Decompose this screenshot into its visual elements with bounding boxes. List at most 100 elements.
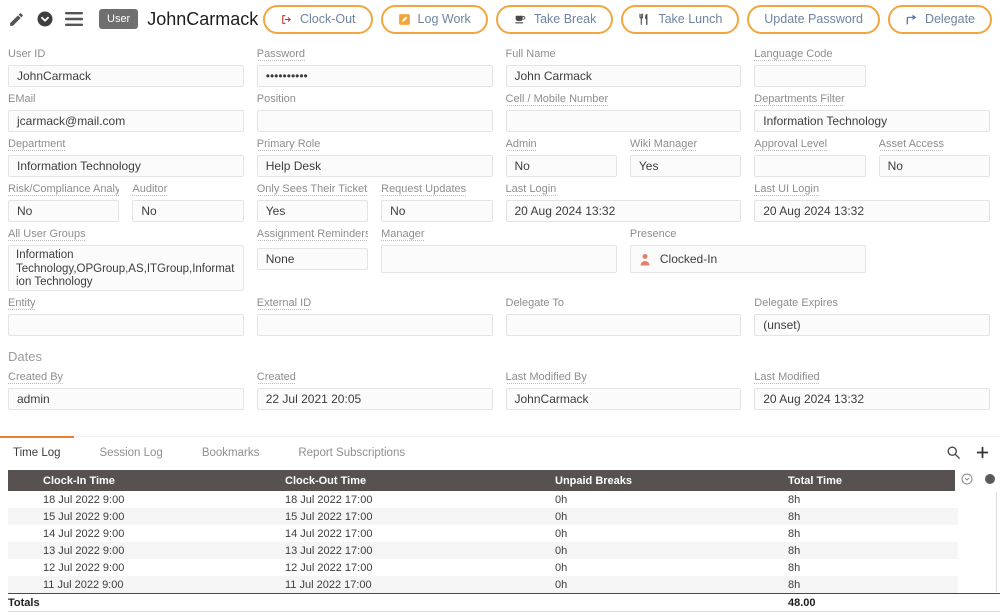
field-label: Wiki Manager [630,138,741,151]
primary-role-input[interactable]: Help Desk [257,155,493,177]
manager-input[interactable] [381,245,617,273]
last-modified-by-input[interactable]: JohnCarmack [506,388,742,410]
field-only-sees-their-tickets: Only Sees Their Tickets Yes [257,183,368,222]
field-entity: Entity [8,297,244,336]
search-icon[interactable] [946,445,961,460]
field-approval-level: Approval Level [754,138,865,177]
field-departments-filter: Departments Filter Information Technolog… [754,93,990,132]
table-row[interactable]: 18 Jul 2022 9:00 18 Jul 2022 17:00 0h 8h [8,491,958,508]
hamburger-menu-icon[interactable] [65,11,83,27]
field-presence: Presence Clocked-In [630,228,866,291]
take-lunch-button[interactable]: Take Lunch [621,5,739,34]
field-label: Language Code [754,48,865,61]
field-label: Delegate To [506,297,742,310]
field-position: Position [257,93,493,132]
language-code-input[interactable] [754,65,865,87]
page-title: JohnCarmack [147,9,258,30]
field-label: Password [257,48,493,61]
update-password-button[interactable]: Update Password [747,5,880,34]
field-last-ui-login: Last UI Login 20 Aug 2024 13:32 [754,183,990,222]
add-icon[interactable] [975,445,990,460]
table-header-row: Clock-In Time Clock-Out Time Unpaid Brea… [8,470,1000,491]
field-department: Department Information Technology [8,138,244,177]
delegate-expires-input[interactable]: (unset) [754,314,990,336]
email-input[interactable]: jcarmack@mail.com [8,110,244,132]
clock-out-button[interactable]: Clock-Out [263,5,373,34]
tab-report-subscriptions[interactable]: Report Subscriptions [285,436,418,467]
request-updates-input[interactable]: No [381,200,492,222]
departments-filter-input[interactable]: Information Technology [754,110,990,132]
filled-circle-icon[interactable] [985,474,995,487]
field-label: Delegate Expires [754,297,990,310]
edit-pencil-icon[interactable] [8,11,25,28]
field-password: Password •••••••••• [257,48,493,87]
totals-row: Totals 48.00 [8,593,1000,612]
auditor-input[interactable]: No [132,200,243,222]
field-label: Last Modified By [506,371,742,384]
tab-time-log[interactable]: Time Log [0,436,74,467]
field-label: Admin [506,138,617,151]
created-by-input[interactable]: admin [8,388,244,410]
share-icon [905,13,918,26]
field-user-id: User ID JohnCarmack [8,48,244,87]
user-detail-form: User ID JohnCarmack Password •••••••••• … [0,38,1000,410]
field-request-updates: Request Updates No [381,183,492,222]
collapse-circle-icon[interactable] [961,473,973,488]
field-auditor: Auditor No [132,183,243,222]
user-id-input[interactable]: JohnCarmack [8,65,244,87]
table-row[interactable]: 13 Jul 2022 9:00 13 Jul 2022 17:00 0h 8h [8,542,958,559]
delegate-button[interactable]: Delegate [888,5,992,34]
last-ui-login-input[interactable]: 20 Aug 2024 13:32 [754,200,990,222]
field-label: Created By [8,371,244,384]
last-modified-input[interactable]: 20 Aug 2024 13:32 [754,388,990,410]
field-label: Presence [630,228,866,241]
field-cell-mobile: Cell / Mobile Number [506,93,742,132]
field-assignment-reminders: Assignment Reminders None [257,228,368,291]
admin-input[interactable]: No [506,155,617,177]
department-input[interactable]: Information Technology [8,155,244,177]
only-sees-their-tickets-input[interactable]: Yes [257,200,368,222]
table-row[interactable]: 12 Jul 2022 9:00 12 Jul 2022 17:00 0h 8h [8,559,958,576]
field-label: All User Groups [8,228,244,241]
field-label: Auditor [132,183,243,196]
field-label: Created [257,371,493,384]
external-id-input[interactable] [257,314,493,336]
position-input[interactable] [257,110,493,132]
tab-bookmarks[interactable]: Bookmarks [189,436,273,467]
field-admin: Admin No [506,138,617,177]
field-last-login: Last Login 20 Aug 2024 13:32 [506,183,742,222]
tab-session-log[interactable]: Session Log [87,436,176,467]
full-name-input[interactable]: John Carmack [506,65,742,87]
totals-value: 48.00 [788,597,1000,609]
field-label: Risk/Compliance Analyst [8,183,119,196]
approval-level-input[interactable] [754,155,865,177]
field-last-modified: Last Modified 20 Aug 2024 13:32 [754,371,990,410]
assignment-reminders-input[interactable]: None [257,248,368,270]
last-login-input[interactable]: 20 Aug 2024 13:32 [506,200,742,222]
all-user-groups-input[interactable]: Information Technology,OPGroup,AS,ITGrou… [8,245,244,291]
table-row[interactable]: 14 Jul 2022 9:00 14 Jul 2022 17:00 0h 8h [8,525,958,542]
log-work-button[interactable]: Log Work [381,5,488,34]
risk-compliance-analyst-input[interactable]: No [8,200,119,222]
delegate-to-input[interactable] [506,314,742,336]
asset-access-input[interactable]: No [879,155,990,177]
field-delegate-to: Delegate To [506,297,742,336]
take-break-button[interactable]: Take Break [496,5,614,34]
entity-input[interactable] [8,314,244,336]
cell-mobile-input[interactable] [506,110,742,132]
table-row[interactable]: 15 Jul 2022 9:00 15 Jul 2022 17:00 0h 8h [8,508,958,525]
password-input[interactable]: •••••••••• [257,65,493,87]
table-row[interactable]: 11 Jul 2022 9:00 11 Jul 2022 17:00 0h 8h [8,576,958,593]
record-type-badge: User [99,9,138,29]
field-label: User ID [8,48,244,61]
field-label: Last Modified [754,371,990,384]
presence-indicator: Clocked-In [630,245,866,273]
edit-square-icon [398,13,411,26]
chevron-down-circle-icon[interactable] [36,10,54,28]
field-label: EMail [8,93,244,106]
field-label: Request Updates [381,183,492,196]
wiki-manager-input[interactable]: Yes [630,155,741,177]
field-label: External ID [257,297,493,310]
created-input[interactable]: 22 Jul 2021 20:05 [257,388,493,410]
field-asset-access: Asset Access No [879,138,990,177]
